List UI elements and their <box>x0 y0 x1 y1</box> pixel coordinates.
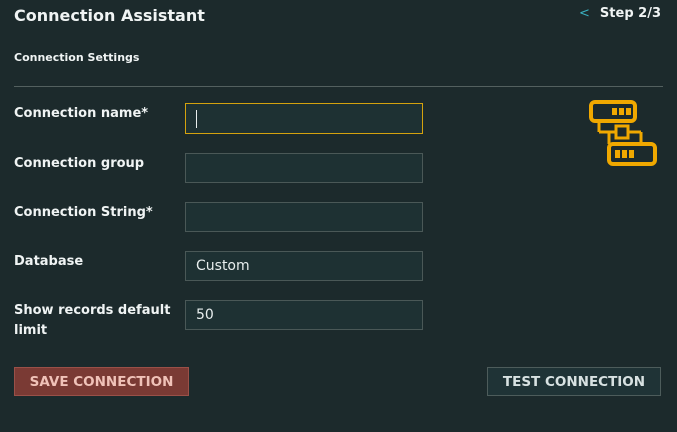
save-connection-button[interactable]: SAVE CONNECTION <box>14 367 189 396</box>
section-title: Connection Settings <box>14 51 140 64</box>
connection-group-input[interactable] <box>185 153 423 183</box>
step-label: Step 2/3 <box>599 6 661 21</box>
connection-string-label: Connection String* <box>14 205 153 220</box>
connection-string-input[interactable] <box>185 202 423 232</box>
page-title: Connection Assistant <box>14 6 205 25</box>
divider <box>14 86 663 87</box>
test-connection-button[interactable]: TEST CONNECTION <box>487 367 661 396</box>
connection-group-label: Connection group <box>14 156 145 171</box>
database-input[interactable] <box>185 251 423 281</box>
database-connection-icon <box>586 98 660 170</box>
records-limit-input[interactable] <box>185 300 423 330</box>
database-label: Database <box>14 254 84 269</box>
step-indicator: < Step 2/3 <box>579 6 661 21</box>
text-caret <box>196 110 197 128</box>
back-button[interactable]: < <box>579 6 590 21</box>
connection-name-label: Connection name* <box>14 106 149 121</box>
connection-name-input[interactable] <box>185 103 423 134</box>
records-limit-label: Show records default limit <box>14 303 171 338</box>
